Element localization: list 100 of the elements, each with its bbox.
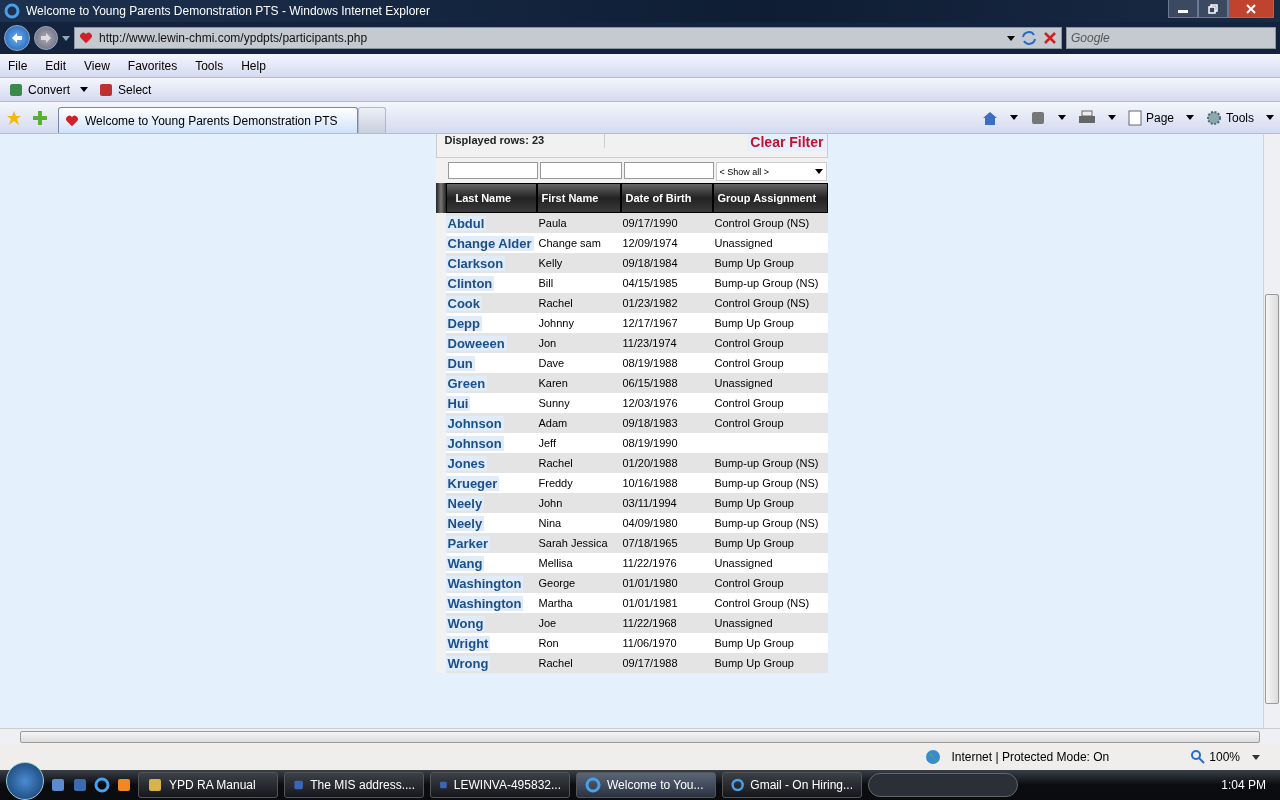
maximize-button[interactable] [1198,0,1228,18]
filter-field[interactable] [447,162,538,179]
menu-item[interactable]: Edit [43,58,69,73]
close-button[interactable] [1228,0,1274,18]
search-field[interactable]: Google [1066,27,1276,49]
menu-item[interactable]: Favorites [125,58,180,73]
table-cell: Bump-up Group (NS) [712,473,828,493]
participant-link[interactable]: Johnson [445,415,504,431]
participant-link[interactable]: Neely [445,515,485,531]
command-button[interactable]: Tools [1204,109,1256,126]
table-cell: 09/17/1990 [620,213,713,233]
menu-item[interactable]: View [82,58,112,73]
minimize-button[interactable] [1168,0,1198,18]
participant-link[interactable]: Wong [445,615,486,631]
participant-link[interactable]: Cook [445,295,482,311]
taskbar-button[interactable]: LEWINVA-495832... [430,772,570,798]
column-header[interactable]: First Name [536,183,621,213]
refresh-icon[interactable] [1021,30,1037,46]
window-title: Welcome to Young Parents Demonstration PTS - Windows Internet Explorer [26,4,430,18]
column-header[interactable]: Date of Birth [620,183,713,213]
toolbar-button[interactable]: Select [96,81,154,98]
table-cell: Control Group [712,353,828,373]
participant-link[interactable]: Washington [445,595,524,611]
table-cell: Jeff [536,433,621,453]
table-cell: Bill [536,273,621,293]
table-cell: 04/09/1980 [620,513,713,533]
participant-link[interactable]: Washington [445,575,524,591]
participant-link[interactable]: Clarkson [445,255,506,271]
media-controls[interactable] [868,773,1018,797]
table-cell: Bump Up Group [712,493,828,513]
table-cell: 08/19/1990 [620,433,713,453]
address-bar[interactable]: http://www.lewin-chmi.com/ypdpts/participants.php [74,27,1062,49]
participant-link[interactable]: Wright [445,635,491,651]
participant-link[interactable]: Green [445,375,488,391]
taskbar-button[interactable]: Gmail - On Hiring... [722,772,862,798]
command-button[interactable]: Page [1125,109,1176,126]
participant-link[interactable]: Change Alder [445,235,534,251]
table-cell: Control Group (NS) [712,293,828,313]
forward-button[interactable] [34,26,58,50]
group-filter-dropdown[interactable]: < Show all > [715,162,827,181]
participant-link[interactable]: Krueger [445,475,500,491]
table-cell: 12/03/1976 [620,393,713,413]
table-cell: 06/15/1988 [620,373,713,393]
taskbar-button[interactable]: The MIS address.... [284,772,424,798]
table-cell: Change sam [536,233,621,253]
table-cell: Kelly [536,253,621,273]
star-icon[interactable] [6,109,22,126]
column-header[interactable]: Group Assignment [712,183,828,213]
filter-field[interactable] [623,162,714,179]
zoom-button[interactable]: 100% [1189,750,1242,764]
toolbar-button[interactable]: Convert [6,81,73,98]
table-cell: Control Group [712,413,828,433]
menu-item[interactable]: Tools [193,58,226,73]
table-cell: Martha [536,593,621,613]
participant-link[interactable]: Depp [445,315,482,331]
browser-tab[interactable]: Welcome to Young Parents Demonstration PTS [58,107,358,133]
filter-field[interactable] [539,162,622,179]
table-cell: Nina [536,513,621,533]
table-cell: Rachel [536,453,621,473]
menu-item[interactable]: File [6,58,30,73]
taskbar-button[interactable]: Welcome to You... [576,772,716,798]
restore-icon [1208,3,1218,14]
horizontal-scrollbar[interactable] [0,728,1280,744]
participant-link[interactable]: Neely [445,495,485,511]
menu-item[interactable]: Help [239,58,268,73]
participant-link[interactable]: Abdul [445,215,487,231]
table-cell: Unassigned [712,553,828,573]
table-cell: Control Group [712,393,828,413]
table-cell: 09/18/1983 [620,413,713,433]
participant-link[interactable]: Wrong [445,655,491,671]
vertical-scrollbar[interactable] [1263,134,1280,728]
participant-link[interactable]: Jones [445,455,488,471]
column-header[interactable]: Last Name [445,183,537,213]
heart-icon [65,113,79,128]
security-zone-text: Internet | Protected Mode: On [951,750,1110,764]
taskbar-button[interactable]: YPD RA Manual [138,772,278,798]
add-star-icon[interactable] [32,109,48,126]
participant-link[interactable]: Doweeen [445,335,507,351]
table-cell: Bump-up Group (NS) [712,513,828,533]
table-cell: Control Group (NS) [712,593,828,613]
table-cell: Rachel [536,653,621,673]
participant-link[interactable]: Hui [445,395,471,411]
magnifier-icon [1191,750,1206,764]
table-cell: Jon [536,333,621,353]
table-cell: Unassigned [712,613,828,633]
table-cell: 03/11/1994 [620,493,713,513]
clear-filter-link[interactable]: Clear Filter [747,134,827,151]
participant-link[interactable]: Dun [445,355,475,371]
table-cell: Control Group [712,573,828,593]
participant-link[interactable]: Johnson [445,435,504,451]
participant-link[interactable]: Wang [445,555,485,571]
back-arrow-icon [11,32,23,44]
participant-link[interactable]: Parker [445,535,490,551]
back-button[interactable] [4,25,30,51]
close-icon[interactable] [1043,31,1057,45]
start-button[interactable] [6,762,44,800]
new-tab-button[interactable] [358,107,386,133]
table-cell: 12/09/1974 [620,233,713,253]
participant-link[interactable]: Clinton [445,275,495,291]
table-cell: Bump Up Group [712,533,828,553]
